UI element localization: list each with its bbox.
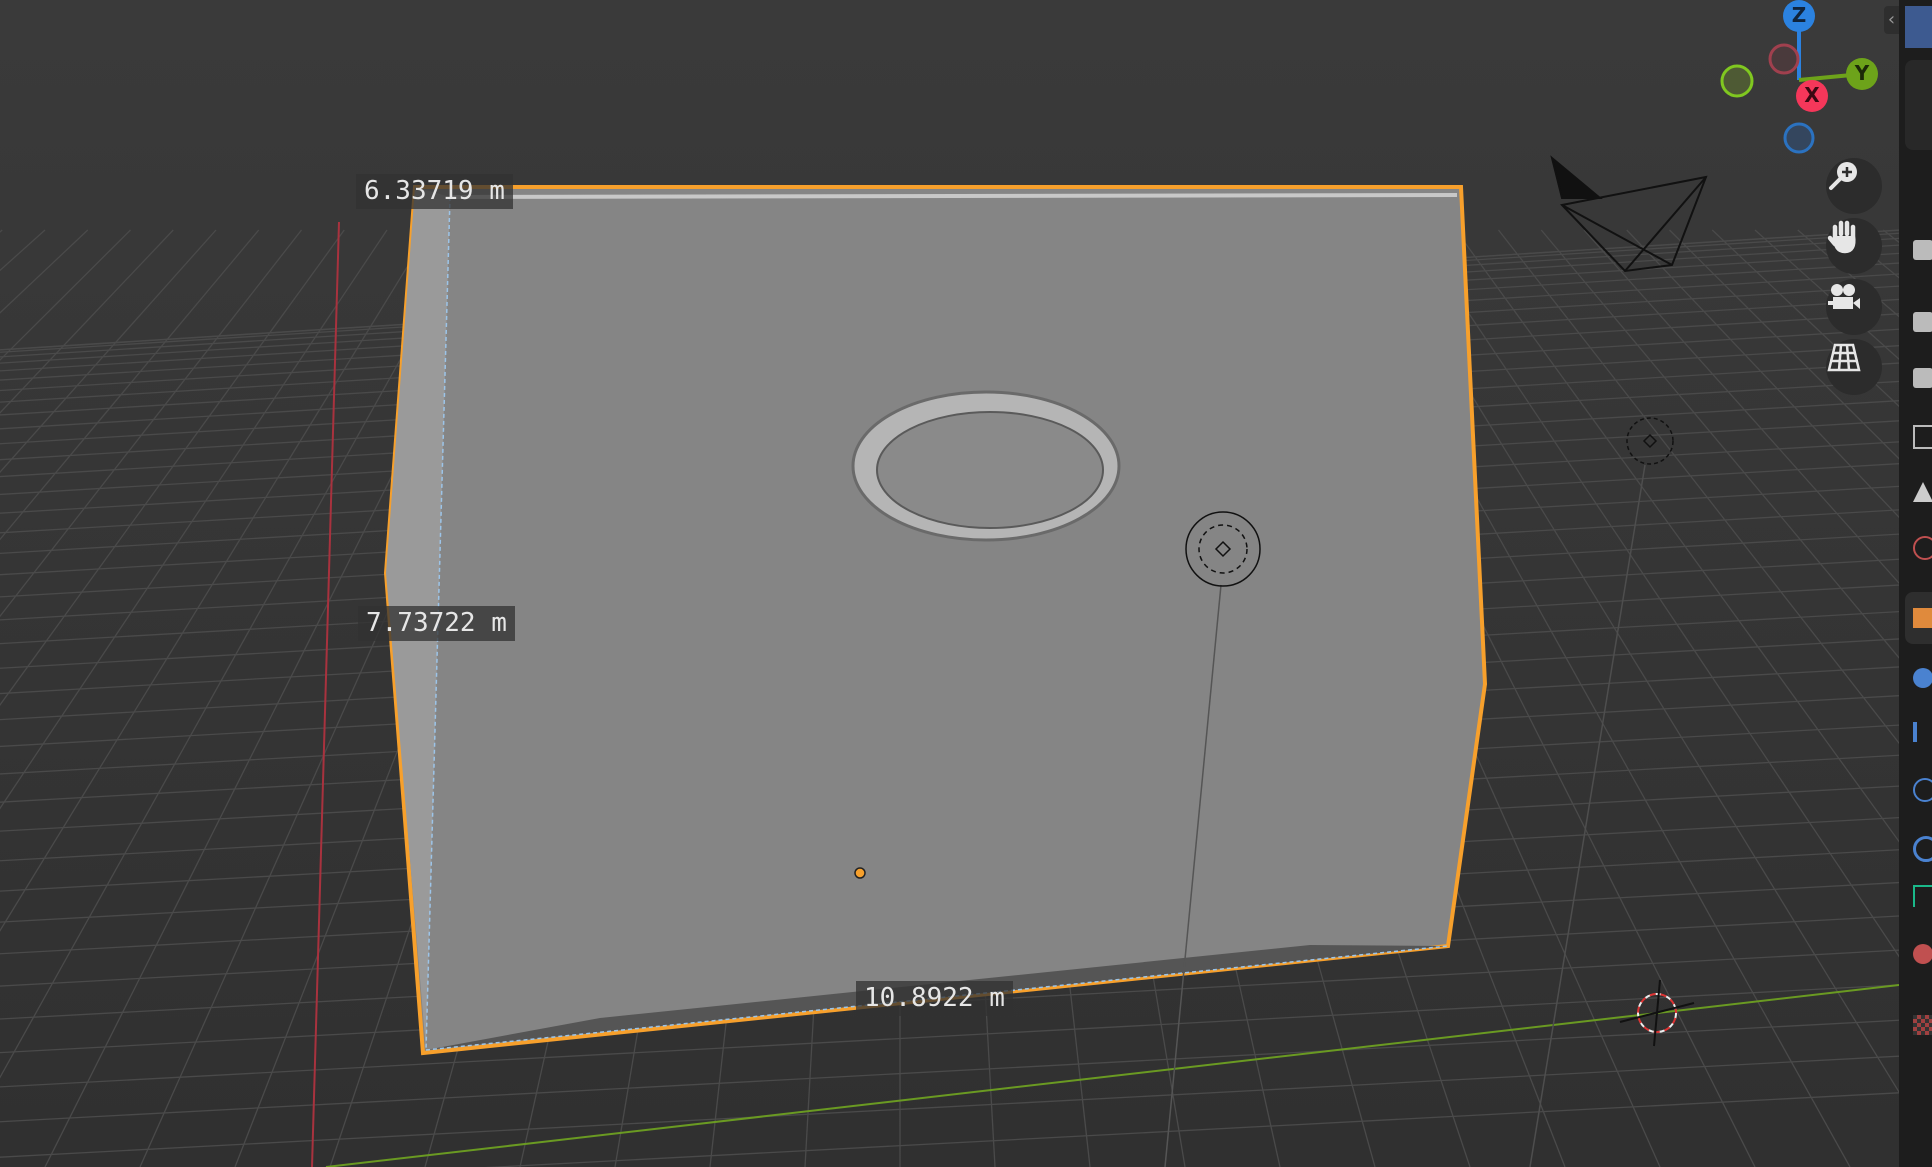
gizmo-y-label[interactable]: Y [1850, 61, 1874, 85]
camera-view-button[interactable] [1826, 279, 1882, 335]
mesh-hole [876, 411, 1104, 529]
camera-view-icon [1828, 284, 1860, 309]
world-icon[interactable] [1913, 536, 1932, 560]
properties-sidebar [1899, 0, 1932, 1167]
zoom-button[interactable] [1826, 158, 1882, 214]
perspective-grid-icon [1827, 343, 1861, 372]
object-icon[interactable] [1913, 608, 1932, 628]
gizmo-x-label[interactable]: X [1800, 83, 1824, 107]
gizmo-z-label[interactable]: Z [1787, 3, 1811, 27]
measurement-label: 10.8922 m [856, 981, 1013, 1016]
perspective-toggle-button[interactable] [1826, 339, 1882, 395]
output-icon[interactable] [1913, 368, 1932, 388]
particles-icon[interactable] [1913, 722, 1932, 742]
zoom-icon [1829, 162, 1857, 190]
material-icon[interactable] [1913, 944, 1932, 964]
object-origin [854, 867, 866, 879]
hand-pan-icon [1827, 220, 1856, 254]
physics-icon[interactable] [1913, 778, 1932, 802]
3d-viewport[interactable]: Z Y X 6.33719 m 7.73722 m 10.8922 m [0, 0, 1899, 1167]
active-tab-indicator [1905, 6, 1932, 48]
tool-icon[interactable] [1913, 240, 1932, 260]
data-icon[interactable] [1913, 885, 1932, 907]
measurement-label: 7.73722 m [358, 606, 515, 641]
render-icon[interactable] [1913, 312, 1932, 332]
view-layer-icon[interactable] [1913, 425, 1932, 449]
constraints-icon[interactable] [1913, 836, 1932, 862]
texture-icon[interactable] [1913, 1015, 1932, 1035]
scene-icon[interactable] [1913, 482, 1932, 502]
modifier-icon[interactable] [1913, 668, 1932, 688]
measurement-label: 6.33719 m [356, 174, 513, 209]
pan-button[interactable] [1826, 218, 1882, 274]
selected-mesh-box [383, 185, 1488, 1056]
sidebar-panel [1905, 60, 1932, 150]
sidebar-collapse-button[interactable]: ‹ [1884, 6, 1899, 34]
